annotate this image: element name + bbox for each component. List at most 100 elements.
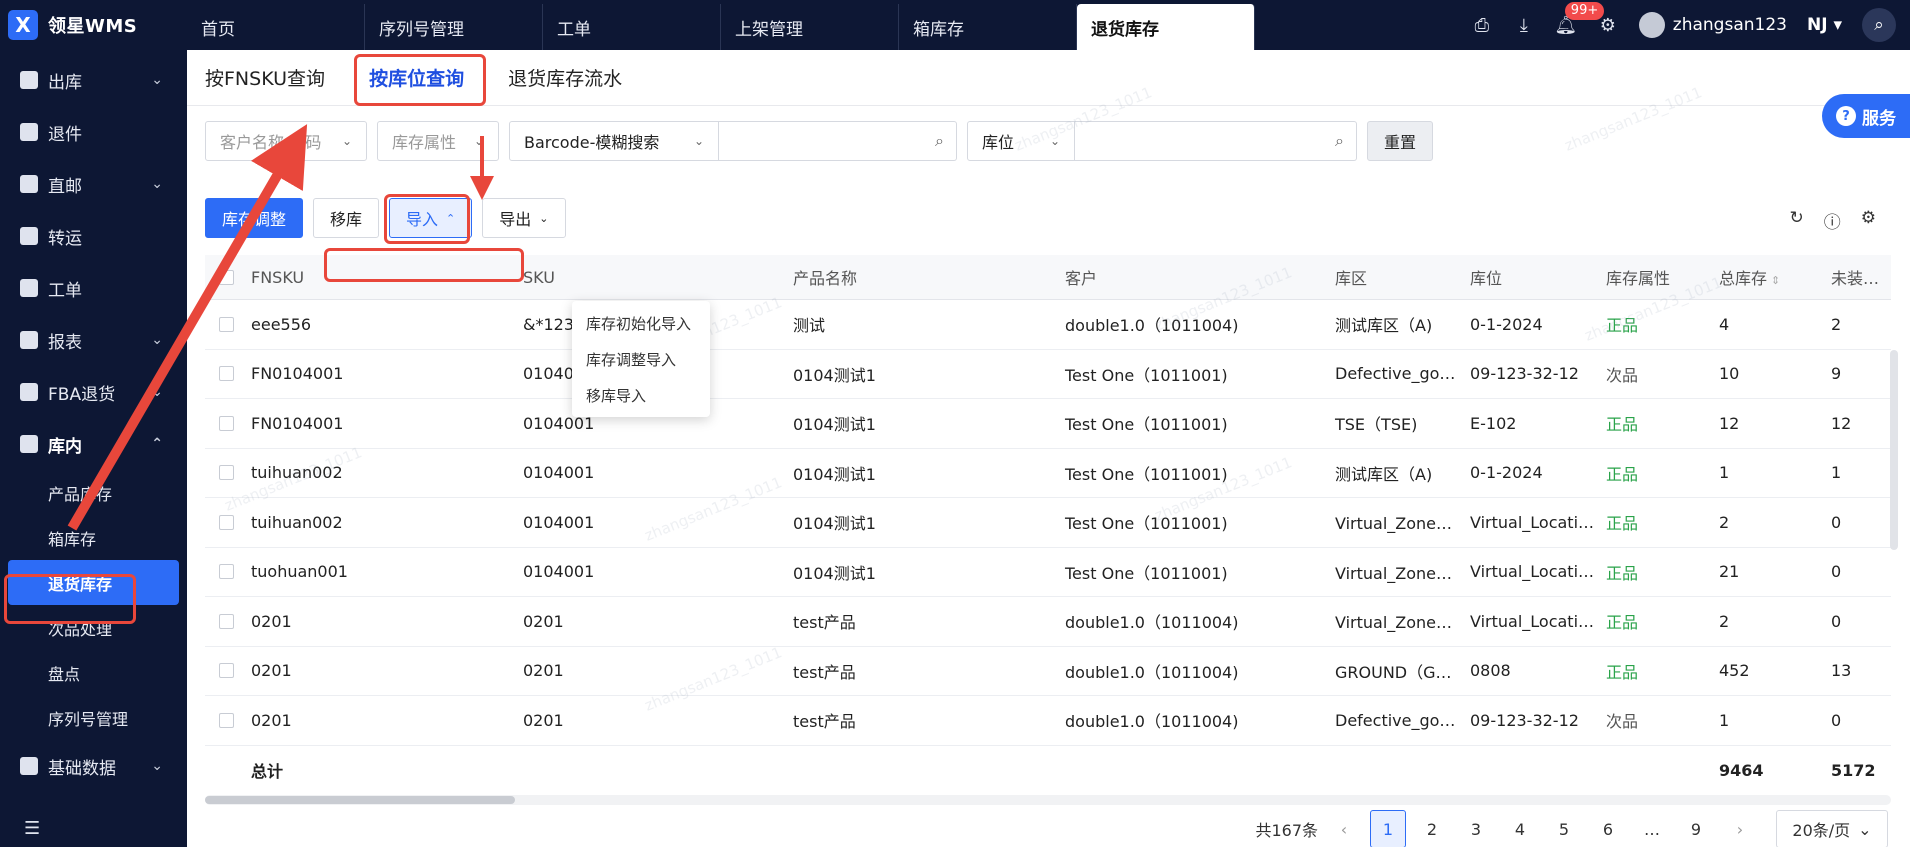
horizontal-scrollbar[interactable]	[205, 795, 1891, 805]
sidebar-item-report[interactable]: 报表 ⌄	[0, 314, 187, 366]
user-menu[interactable]: zhangsan123	[1638, 12, 1787, 38]
tab-home[interactable]: 首页	[187, 4, 365, 50]
refresh-icon[interactable]: ↻	[1790, 208, 1804, 233]
gear-icon[interactable]: ⚙	[1597, 14, 1619, 36]
inventory-attr-select[interactable]: 库存属性 ⌄	[377, 121, 499, 161]
sidebar-item-returns[interactable]: 退件	[0, 106, 187, 158]
row-checkbox-cell[interactable]	[205, 415, 241, 431]
table-row[interactable]: 0201 0201 test产品 double1.0（1011004) GROUND（G…	[205, 647, 1891, 696]
sidebar-subitem-serial[interactable]: 序列号管理	[0, 695, 187, 740]
header-total-stock[interactable]: 总库存 ⇕	[1709, 265, 1821, 289]
reset-button[interactable]: 重置	[1367, 121, 1433, 161]
header-product-name: 产品名称	[793, 269, 858, 288]
sidebar-item-workorder[interactable]: 工单	[0, 262, 187, 314]
page-2[interactable]: 2	[1414, 810, 1450, 847]
row-checkbox-cell[interactable]	[205, 613, 241, 629]
table-row[interactable]: tuihuan002 0104001 0104测试1 Test One（1011001…	[205, 498, 1891, 548]
help-icon[interactable]: ⓘ	[1824, 208, 1841, 233]
tab-box-inventory[interactable]: 箱库存	[899, 4, 1077, 50]
total-label: 总计	[251, 762, 284, 782]
chevron-down-icon: ⌄	[693, 134, 704, 148]
page-3[interactable]: 3	[1458, 810, 1494, 847]
table-row[interactable]: tuohuan001 0104001 0104测试1 Test One（1011001…	[205, 548, 1891, 597]
page-size-select[interactable]: 20条/页 ⌄	[1776, 810, 1888, 847]
sidebar-subitem-product-inventory[interactable]: 产品库存	[0, 470, 187, 515]
logo[interactable]: X 领星WMS	[0, 0, 187, 50]
tab-by-fnsku[interactable]: 按FNSKU查询	[205, 64, 325, 91]
sidebar-item-transfer[interactable]: 转运	[0, 210, 187, 262]
row-checkbox[interactable]	[219, 712, 234, 728]
row-checkbox[interactable]	[219, 613, 234, 629]
sort-icon[interactable]: ⇕	[1771, 274, 1780, 287]
row-checkbox-cell[interactable]	[205, 465, 241, 481]
tab-workorder[interactable]: 工单	[543, 4, 721, 50]
search-icon[interactable]: ⌕	[1335, 131, 1344, 151]
location-mode-select[interactable]: 库位 ⌄	[967, 121, 1075, 161]
brand-name: 领星WMS	[48, 16, 138, 37]
sidebar-item-fba-returns[interactable]: FBA退货 ⌄	[0, 366, 187, 418]
print-icon[interactable]: ⎙	[1471, 14, 1493, 36]
page-4[interactable]: 4	[1502, 810, 1538, 847]
search-icon[interactable]: ⌕	[935, 131, 944, 151]
sidebar-item-basic-data[interactable]: 基础数据 ⌄	[0, 740, 187, 792]
table-row[interactable]: FN0104001 0104001 0104测试1 Test One（1011001)…	[205, 399, 1891, 449]
select-all-checkbox[interactable]	[219, 269, 234, 285]
table-row[interactable]: 0201 0201 test产品 double1.0（1011004) Defectiv…	[205, 696, 1891, 746]
column-settings-icon[interactable]: ⚙	[1861, 208, 1876, 233]
table-row[interactable]: eee556 &*123_ 测试 double1.0（1011004) 测试库区（A) 0…	[205, 300, 1891, 350]
table-row[interactable]: 0201 0201 test产品 double1.0（1011004) Virtual_…	[205, 597, 1891, 647]
page-ellipsis[interactable]: …	[1634, 810, 1670, 847]
next-page-icon[interactable]: ›	[1722, 810, 1758, 847]
import-adjust-inventory[interactable]: 库存调整导入	[572, 341, 710, 377]
page-6[interactable]: 6	[1590, 810, 1626, 847]
cell-customer: double1.0（1011004)	[1065, 613, 1239, 633]
sidebar-subitem-stocktake[interactable]: 盘点	[0, 650, 187, 695]
export-label: 导出	[499, 210, 532, 229]
row-checkbox[interactable]	[219, 663, 234, 679]
search-icon[interactable]: ⌕	[1862, 8, 1896, 42]
move-location-button[interactable]: 移库	[313, 198, 380, 238]
tab-serial[interactable]: 序列号管理	[365, 4, 543, 50]
tab-return-inventory[interactable]: 退货库存	[1077, 4, 1255, 50]
menu-collapse-icon[interactable]: ☰	[24, 818, 40, 839]
header-checkbox-cell[interactable]	[205, 269, 241, 285]
import-init-inventory[interactable]: 库存初始化导入	[572, 305, 710, 341]
customer-select[interactable]: 客户名称/代码 ⌄	[205, 121, 367, 161]
tab-return-flow[interactable]: 退货库存流水	[508, 64, 622, 91]
row-checkbox-cell[interactable]	[205, 663, 241, 679]
sidebar-subitem-box-inventory[interactable]: 箱库存	[0, 515, 187, 560]
page-5[interactable]: 5	[1546, 810, 1582, 847]
prev-page-icon[interactable]: ‹	[1326, 810, 1362, 847]
vertical-scrollbar[interactable]	[1890, 350, 1898, 550]
table-row[interactable]: tuihuan002 0104001 0104测试1 Test One（1011001…	[205, 449, 1891, 498]
export-button[interactable]: 导出 ⌄	[482, 198, 566, 238]
tab-putaway[interactable]: 上架管理	[721, 4, 899, 50]
table-row[interactable]: FN0104001 0104001 0104测试1 Test One（1011001)…	[205, 350, 1891, 399]
scrollbar-thumb[interactable]	[205, 796, 515, 804]
inventory-adjust-button[interactable]: 库存调整	[205, 198, 304, 238]
bell-icon[interactable]: 🔔︎ 99+	[1554, 2, 1605, 36]
row-checkbox[interactable]	[219, 316, 234, 332]
row-checkbox-cell[interactable]	[205, 514, 241, 530]
row-checkbox[interactable]	[219, 514, 234, 530]
row-checkbox-cell[interactable]	[205, 316, 241, 332]
sidebar-item-outbound[interactable]: 出库 ⌄	[0, 54, 187, 106]
row-checkbox-cell[interactable]	[205, 712, 241, 728]
download-icon[interactable]: ⤓	[1513, 14, 1535, 36]
page-9[interactable]: 9	[1678, 810, 1714, 847]
org-switcher[interactable]: NJ ▾	[1807, 15, 1842, 35]
barcode-search-input[interactable]: ⌕	[719, 121, 957, 161]
row-checkbox-cell[interactable]	[205, 564, 241, 580]
import-move-location[interactable]: 移库导入	[572, 377, 710, 413]
row-checkbox[interactable]	[219, 564, 234, 580]
barcode-mode-select[interactable]: Barcode-模糊搜索 ⌄	[509, 121, 719, 161]
page-1[interactable]: 1	[1370, 810, 1406, 847]
row-checkbox[interactable]	[219, 415, 234, 431]
service-button[interactable]: ? 服务	[1822, 94, 1910, 138]
row-checkbox-cell[interactable]	[205, 366, 241, 382]
row-checkbox[interactable]	[219, 465, 234, 481]
sidebar-item-in-warehouse[interactable]: 库内 ⌃	[0, 418, 187, 470]
location-search-input[interactable]: ⌕	[1075, 121, 1357, 161]
row-checkbox[interactable]	[219, 366, 234, 382]
sidebar-item-direct-mail[interactable]: 直邮 ⌄	[0, 158, 187, 210]
